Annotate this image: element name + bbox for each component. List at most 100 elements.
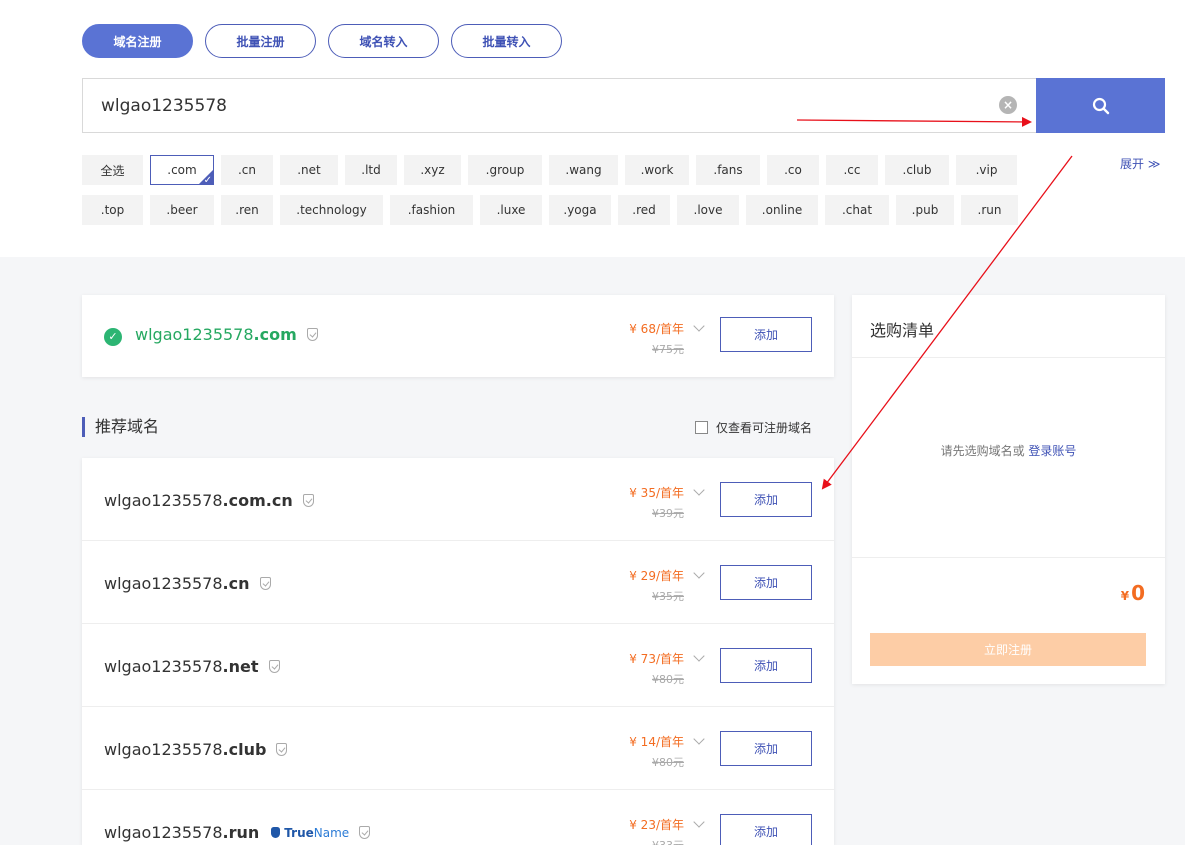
empty-text: 请先选购域名或 xyxy=(940,444,1029,458)
list-item: wlgao1235578 .com.cn ¥ 35/首年 ¥39元 添加 xyxy=(82,458,834,541)
suffix-ltd[interactable]: .ltd xyxy=(345,155,397,185)
register-now-button[interactable]: 立即注册 xyxy=(870,633,1146,666)
search-icon xyxy=(1092,97,1109,114)
checkbox[interactable] xyxy=(695,421,708,434)
suffix-label: .xyz xyxy=(420,163,445,177)
shield-icon xyxy=(276,743,288,756)
suffix-run[interactable]: .run xyxy=(961,195,1018,225)
domain-name: wlgao1235578 xyxy=(104,574,223,593)
clear-icon[interactable]: × xyxy=(999,96,1017,114)
suffix-label: .wang xyxy=(565,163,602,177)
suffix-technology[interactable]: .technology xyxy=(280,195,383,225)
suffix-work[interactable]: .work xyxy=(625,155,689,185)
search-input[interactable] xyxy=(101,93,961,119)
check-icon: ✓ xyxy=(203,175,212,186)
truename-text-a: True xyxy=(284,825,314,840)
suffix-com[interactable]: .com ✓ xyxy=(150,155,214,186)
add-button[interactable]: 添加 xyxy=(720,731,812,766)
add-button[interactable]: 添加 xyxy=(720,648,812,683)
suffix-club[interactable]: .club xyxy=(885,155,949,185)
suffix-select-all[interactable]: 全选 xyxy=(82,155,143,185)
add-button[interactable]: 添加 xyxy=(720,482,812,517)
add-button[interactable]: 添加 xyxy=(720,814,812,845)
truename-text-b: Name xyxy=(313,825,350,840)
shield-icon xyxy=(306,328,318,341)
chevron-down-icon[interactable] xyxy=(693,816,705,828)
domain-suffix: .run xyxy=(222,823,260,842)
expand-toggle[interactable]: 展开 ≫ xyxy=(1120,155,1160,172)
tab-batch-transfer[interactable]: 批量转入 xyxy=(451,24,562,58)
search-button[interactable] xyxy=(1036,78,1165,133)
domain-name: wlgao1235578 xyxy=(104,823,223,842)
expand-label: 展开 xyxy=(1120,157,1145,171)
result-domain: wlgao1235578 .club xyxy=(104,740,288,759)
section-title: 推荐域名 xyxy=(82,417,159,437)
suffix-label: .red xyxy=(632,203,656,217)
price-old: ¥39元 xyxy=(652,507,684,520)
suffix-pub[interactable]: .pub xyxy=(896,195,954,225)
add-button[interactable]: 添加 xyxy=(720,317,812,352)
suffix-label: .run xyxy=(977,203,1002,217)
suffix-label: .technology xyxy=(296,203,367,217)
price-now: ¥ 68/首年 xyxy=(629,322,684,336)
suffix-net[interactable]: .net xyxy=(280,155,338,185)
price: ¥ 29/首年 ¥35元 xyxy=(604,567,684,604)
suffix-label: .co xyxy=(784,163,802,177)
suffix-label: .cn xyxy=(237,163,257,177)
suffix-vip[interactable]: .vip xyxy=(956,155,1017,185)
list-item: wlgao1235578 .net ¥ 73/首年 ¥80元 添加 xyxy=(82,624,834,707)
suffix-group[interactable]: .group xyxy=(468,155,542,185)
suffix-label: .net xyxy=(297,163,321,177)
tab-batch-register[interactable]: 批量注册 xyxy=(205,24,316,58)
price-now: ¥ 23/首年 xyxy=(629,818,684,832)
suffix-fans[interactable]: .fans xyxy=(696,155,760,185)
suffix-co[interactable]: .co xyxy=(767,155,819,185)
suffix-cn[interactable]: .cn xyxy=(221,155,273,185)
add-button[interactable]: 添加 xyxy=(720,565,812,600)
result-domain: wlgao1235578 .run True Name xyxy=(104,823,371,842)
chevron-down-icon[interactable] xyxy=(693,650,705,662)
chevron-down-icon[interactable] xyxy=(693,484,705,496)
domain-name: wlgao1235578 xyxy=(104,657,223,676)
suffix-row-2: .top .beer .ren .technology .fashion .lu… xyxy=(82,195,1018,225)
suffix-chat[interactable]: .chat xyxy=(825,195,889,225)
price: ¥ 35/首年 ¥39元 xyxy=(604,484,684,521)
price-old: ¥80元 xyxy=(652,756,684,769)
truename-badge: True Name xyxy=(271,826,349,840)
chevron-down-icon[interactable] xyxy=(693,320,705,332)
suffix-luxe[interactable]: .luxe xyxy=(480,195,542,225)
suffix-ren[interactable]: .ren xyxy=(221,195,273,225)
suffix-label: .beer xyxy=(166,203,198,217)
price-now: ¥ 35/首年 xyxy=(629,486,684,500)
domain-name: wlgao1235578 xyxy=(104,491,223,510)
suffix-label: .luxe xyxy=(496,203,526,217)
chevron-down-icon[interactable] xyxy=(693,733,705,745)
search-box: × xyxy=(82,78,1037,133)
suffix-online[interactable]: .online xyxy=(746,195,818,225)
suffix-wang[interactable]: .wang xyxy=(549,155,618,185)
suffix-love[interactable]: .love xyxy=(677,195,739,225)
suffix-xyz[interactable]: .xyz xyxy=(404,155,461,185)
suffix-fashion[interactable]: .fashion xyxy=(390,195,473,225)
cart-total: ¥0 xyxy=(1121,581,1145,605)
suffix-red[interactable]: .red xyxy=(618,195,670,225)
suffix-label: .pub xyxy=(911,203,939,217)
suffix-top[interactable]: .top xyxy=(82,195,143,225)
divider xyxy=(852,557,1165,558)
suffix-beer[interactable]: .beer xyxy=(150,195,214,225)
check-circle-icon: ✓ xyxy=(104,328,122,346)
price: ¥ 23/首年 ¥33元 xyxy=(604,816,684,845)
tab-register[interactable]: 域名注册 xyxy=(82,24,193,58)
only-available-filter[interactable]: 仅查看可注册域名 xyxy=(695,419,812,436)
chevron-down-icon[interactable] xyxy=(693,567,705,579)
chevron-down-icon: ≫ xyxy=(1147,157,1161,171)
price-now: ¥ 29/首年 xyxy=(629,569,684,583)
tab-transfer-in[interactable]: 域名转入 xyxy=(328,24,439,58)
login-link[interactable]: 登录账号 xyxy=(1028,444,1076,458)
domain-suffix: .com.cn xyxy=(222,491,293,510)
truename-logo-icon xyxy=(271,827,281,838)
suffix-cc[interactable]: .cc xyxy=(826,155,878,185)
price-old: ¥80元 xyxy=(652,673,684,686)
suffix-yoga[interactable]: .yoga xyxy=(549,195,611,225)
suffix-label: .online xyxy=(761,203,803,217)
